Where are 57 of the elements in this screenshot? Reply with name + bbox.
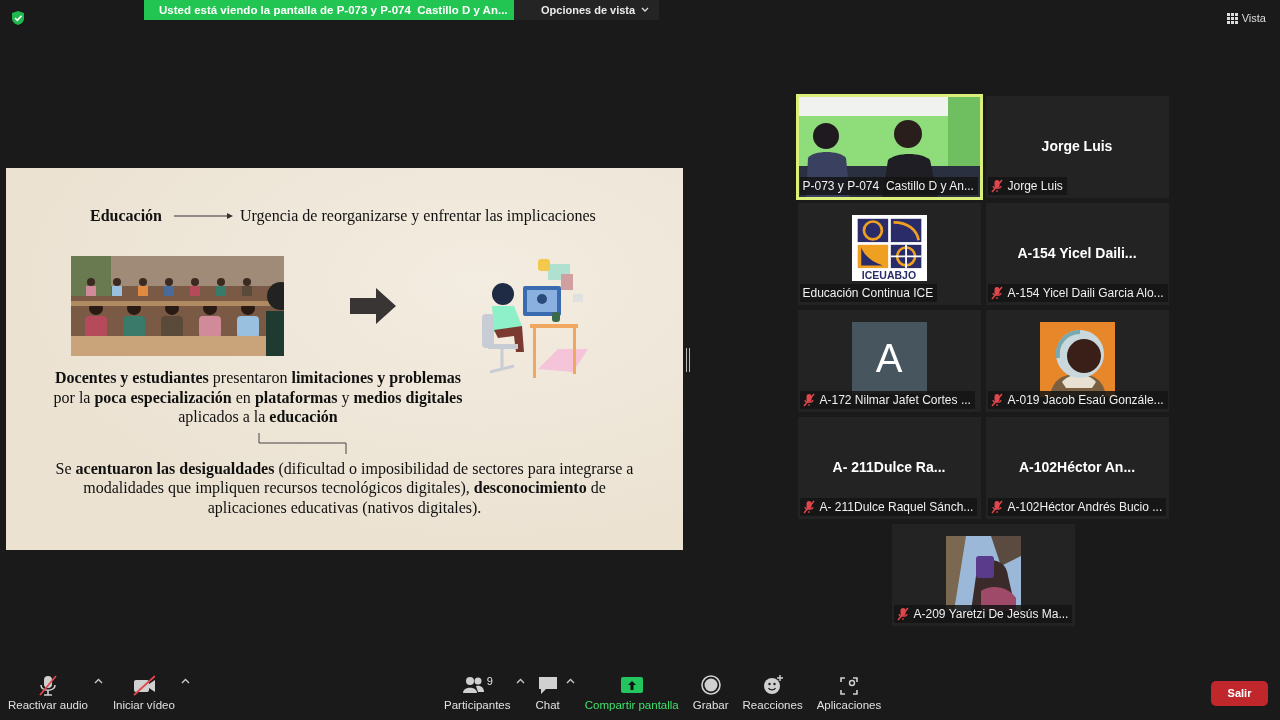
participant-count: 9 — [486, 675, 493, 687]
toolbar-button[interactable]: Compartir pantalla — [580, 675, 683, 711]
video-tile[interactable]: A-102Héctor An... A-102Héctor Andrés Bucio ... — [985, 417, 1169, 519]
participant-name: Educación Continua ICE — [802, 286, 934, 300]
video-tile[interactable]: ICEUABJO Educación Continua ICE — [797, 203, 981, 305]
participant-name: A-154 Yicel Daili Garcia Alo... — [1007, 286, 1164, 300]
video-tile[interactable]: A- 211Dulce Ra... A- 211Dulce Raquel Sánch... — [797, 417, 981, 519]
video-tile[interactable]: A A-172 Nilmar Jafet Cortes ... — [797, 310, 981, 412]
chevron-down-icon — [641, 7, 650, 13]
participant-name: A-019 Jacob Esaú Gonzále... — [1007, 393, 1164, 407]
shield-icon[interactable] — [11, 10, 25, 26]
participant-name: A-154 Yicel Daili... — [1017, 245, 1137, 261]
caret-icon[interactable] — [565, 678, 575, 684]
participant-name: A- 211Dulce Raquel Sánch... — [819, 500, 974, 514]
participant-name: A-209 Yaretzi De Jesús Ma... — [913, 607, 1069, 621]
caret-icon[interactable] — [93, 678, 103, 684]
slide-paragraph: Se acentuaron las desigualdades (dificultad o imposibilidad de sectores para integrarse a modalidades que impliquen recursos tecnológicos digitales), desconocimiento de aplicaciones educativas (nativos digitales). — [54, 458, 635, 517]
participant-name: Jorge Luis — [1007, 179, 1063, 193]
participant-name: P-073 y P-074 Castillo D y An... — [802, 179, 974, 193]
splitter-handle[interactable] — [686, 348, 690, 372]
block-arrow — [350, 288, 396, 324]
toolbar-button[interactable]: Reactivar audio — [4, 675, 92, 711]
record-icon — [699, 675, 722, 696]
toolbar-button[interactable]: Aplicaciones — [812, 675, 886, 711]
apps-icon — [837, 675, 860, 696]
caret-icon[interactable] — [516, 678, 526, 684]
slide-text: Urgencia de reorganizarse y enfrentar las implicaciones — [240, 207, 596, 225]
grid-icon — [1226, 12, 1238, 24]
toolbar-button[interactable]: Iniciar vídeo — [108, 675, 179, 711]
view-options-button[interactable]: Opciones de vista — [514, 0, 660, 20]
toolbar-button[interactable]: Grabar — [688, 675, 733, 711]
participant-name: A- 211Dulce Ra... — [832, 459, 946, 475]
arrow-line — [174, 213, 233, 219]
video-tile[interactable]: A-209 Yaretzi De Jesús Ma... — [891, 524, 1075, 626]
participant-name: A-102Héctor An... — [1018, 459, 1136, 475]
video-tile[interactable]: Jorge Luis Jorge Luis — [985, 96, 1169, 198]
participant-name: A-172 Nilmar Jafet Cortes ... — [819, 393, 971, 407]
video-tile[interactable]: P-073 y P-074 Castillo D y An... — [797, 96, 981, 198]
participant-name: Jorge Luis — [1041, 138, 1113, 154]
view-button[interactable]: Vista — [1226, 12, 1266, 24]
caret-icon[interactable] — [180, 678, 190, 684]
video-tile[interactable]: A-154 Yicel Daili... A-154 Yicel Daili Garcia Alo... — [985, 203, 1169, 305]
sharing-banner: Usted está viendo la pantalla de P-073 y P-074 Castillo D y An... — [144, 0, 514, 20]
people-icon — [461, 675, 484, 696]
avatar-initial: A — [851, 322, 927, 394]
smiley-icon — [761, 675, 784, 696]
share-screen-icon — [620, 675, 643, 696]
participant-name: A-102Héctor Andrés Bucio ... — [1007, 500, 1163, 514]
chat-bubble-icon — [536, 675, 559, 696]
toolbar-button[interactable]: Reacciones — [738, 675, 807, 711]
slide-heading: Educación — [90, 207, 162, 225]
toolbar-button[interactable]: 9 Participantes — [440, 675, 515, 711]
leave-button[interactable]: Salir — [1211, 680, 1268, 706]
video-tile[interactable]: A-019 Jacob Esaú Gonzále... — [985, 310, 1169, 412]
logo-text: ICEUABJO — [861, 269, 917, 281]
slide-paragraph: Docentes y estudiantes presentaron limitaciones y problemas por la poca especialización en plataformas y medios digitales aplicados a la educación — [52, 368, 464, 427]
toolbar-button[interactable]: Chat — [531, 675, 564, 711]
